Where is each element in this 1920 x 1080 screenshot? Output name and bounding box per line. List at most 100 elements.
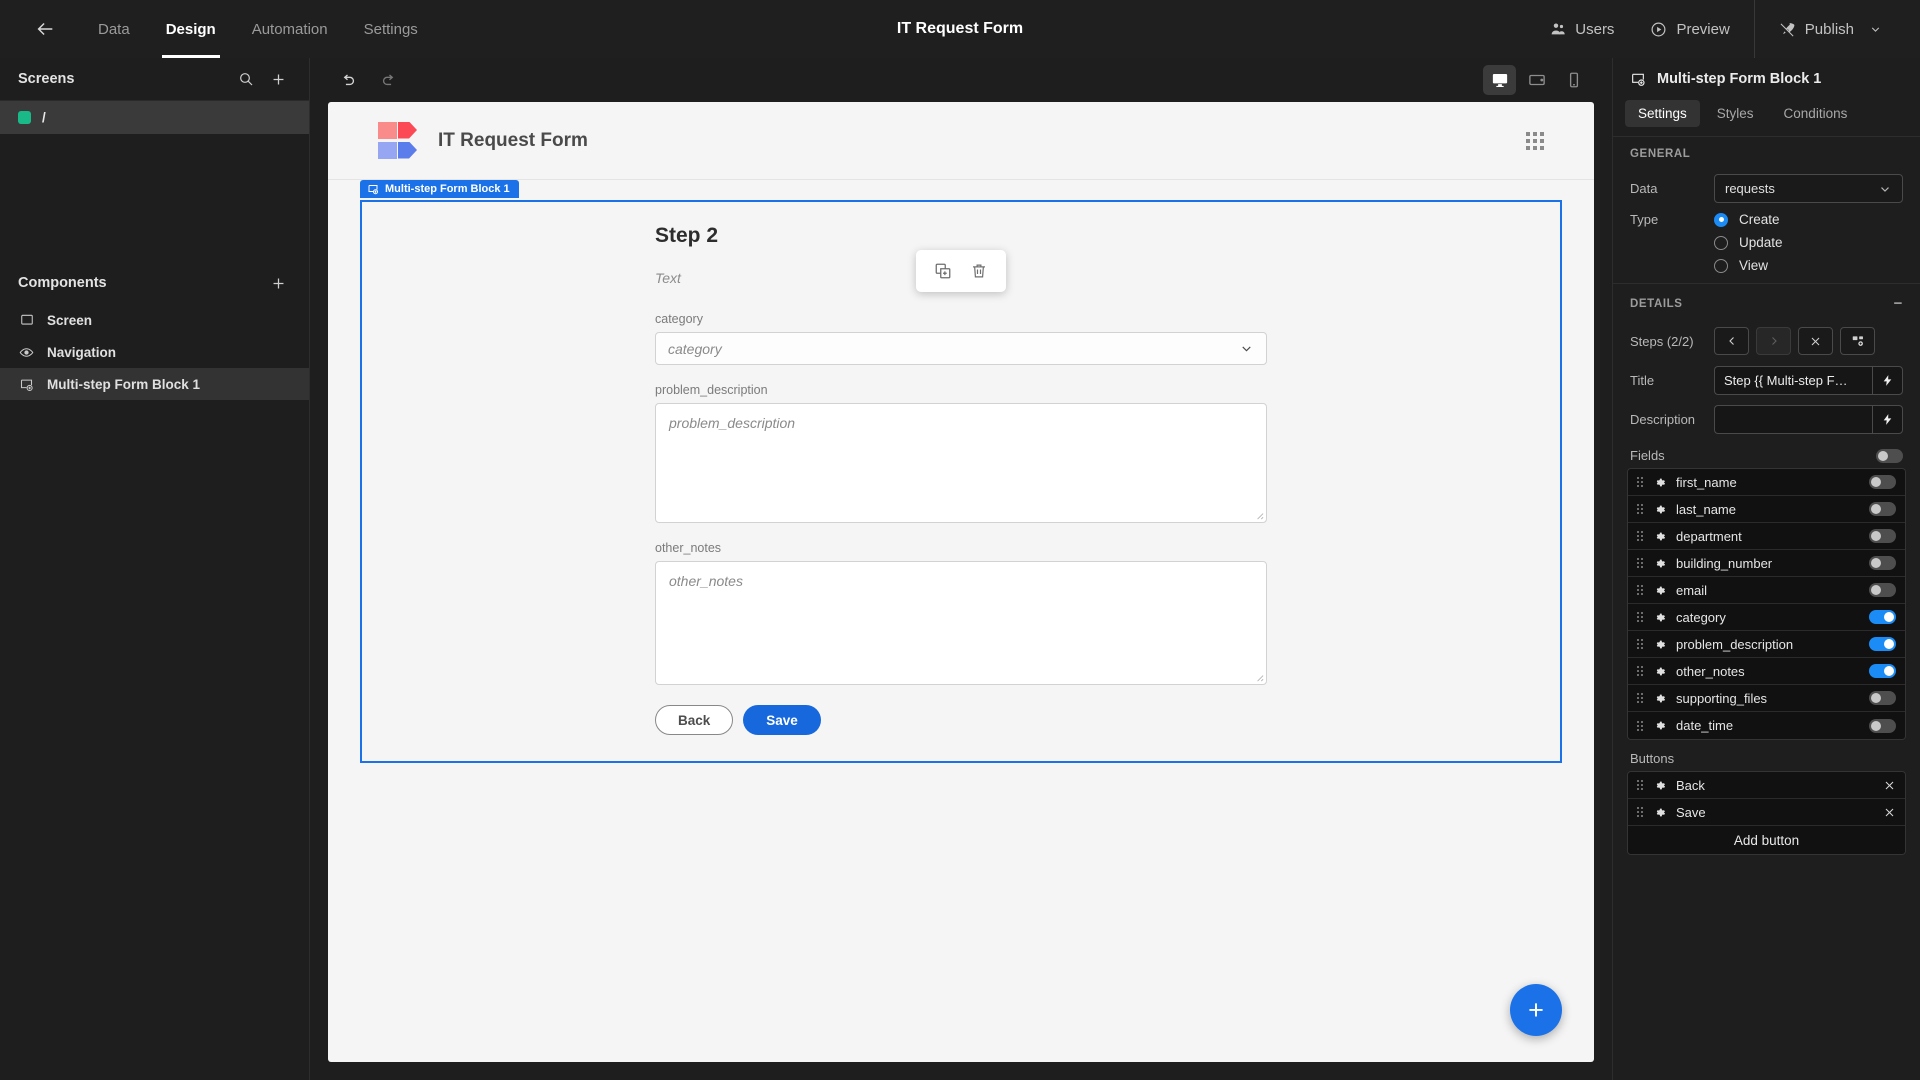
- back-arrow-icon[interactable]: [22, 6, 68, 52]
- field-toggle[interactable]: [1869, 610, 1896, 624]
- drag-handle-icon[interactable]: [1637, 585, 1643, 595]
- category-select[interactable]: category: [655, 332, 1267, 365]
- device-desktop-icon[interactable]: [1483, 65, 1516, 95]
- field-row-problem-description[interactable]: problem_description: [1628, 631, 1905, 658]
- add-button[interactable]: Add button: [1628, 826, 1905, 854]
- field-toggle[interactable]: [1869, 529, 1896, 543]
- drag-handle-icon[interactable]: [1637, 693, 1643, 703]
- resize-handle[interactable]: [1253, 671, 1264, 682]
- gear-icon[interactable]: [1653, 806, 1666, 819]
- redo-icon[interactable]: [374, 65, 404, 95]
- gear-icon[interactable]: [1653, 557, 1666, 570]
- field-row-building-number[interactable]: building_number: [1628, 550, 1905, 577]
- back-button[interactable]: Back: [655, 705, 734, 735]
- type-option-update[interactable]: Update: [1714, 235, 1783, 250]
- drag-handle-icon[interactable]: [1637, 666, 1643, 676]
- tab-data[interactable]: Data: [80, 0, 148, 58]
- duplicate-icon[interactable]: [928, 257, 958, 285]
- data-setting-row: Data requests: [1613, 169, 1920, 208]
- field-row-first-name[interactable]: first_name: [1628, 469, 1905, 496]
- drag-handle-icon[interactable]: [1637, 807, 1643, 817]
- users-button[interactable]: Users: [1532, 0, 1632, 58]
- divider: [1753, 0, 1755, 58]
- save-button[interactable]: Save: [743, 705, 821, 735]
- field-toggle[interactable]: [1869, 718, 1896, 733]
- delete-step-button[interactable]: [1798, 327, 1833, 355]
- tab-settings[interactable]: Settings: [346, 0, 436, 58]
- gear-icon[interactable]: [1653, 530, 1666, 543]
- data-source-select[interactable]: requests: [1714, 174, 1903, 203]
- component-item-multistep-form-block-1[interactable]: Multi-step Form Block 1: [0, 368, 309, 400]
- add-component-icon[interactable]: [265, 270, 291, 296]
- title-binding-icon[interactable]: [1872, 366, 1903, 395]
- add-step-button[interactable]: [1840, 327, 1875, 355]
- field-row-last-name[interactable]: last_name: [1628, 496, 1905, 523]
- publish-button[interactable]: Publish: [1761, 0, 1900, 58]
- component-item-navigation[interactable]: Navigation: [0, 336, 309, 368]
- field-toggle[interactable]: [1869, 664, 1896, 678]
- field-row-category[interactable]: category: [1628, 604, 1905, 631]
- field-toggle[interactable]: [1869, 637, 1896, 651]
- tab-automation[interactable]: Automation: [234, 0, 346, 58]
- gear-icon[interactable]: [1653, 692, 1666, 705]
- description-binding-icon[interactable]: [1872, 405, 1903, 434]
- field-row-supporting-files[interactable]: supporting_files: [1628, 685, 1905, 712]
- remove-button-icon[interactable]: [1883, 779, 1896, 792]
- tab-settings[interactable]: Settings: [1625, 100, 1700, 127]
- step-description-input[interactable]: [1714, 405, 1872, 434]
- problem-description-textarea[interactable]: problem_description: [655, 403, 1267, 523]
- drag-handle-icon[interactable]: [1637, 720, 1643, 731]
- drag-handle-icon[interactable]: [1637, 477, 1643, 487]
- component-item-screen[interactable]: Screen: [0, 304, 309, 336]
- screen-item-root[interactable]: /: [0, 101, 309, 134]
- device-tablet-icon[interactable]: [1520, 65, 1553, 95]
- drag-handle-icon[interactable]: [1637, 504, 1643, 514]
- other-notes-textarea[interactable]: other_notes: [655, 561, 1267, 685]
- gear-icon[interactable]: [1653, 719, 1666, 732]
- gear-icon[interactable]: [1653, 638, 1666, 651]
- field-toggle[interactable]: [1869, 475, 1896, 489]
- tab-design[interactable]: Design: [148, 0, 234, 58]
- gear-icon[interactable]: [1653, 779, 1666, 792]
- resize-handle[interactable]: [1253, 509, 1264, 520]
- gear-icon[interactable]: [1653, 665, 1666, 678]
- field-row-other-notes[interactable]: other_notes: [1628, 658, 1905, 685]
- delete-icon[interactable]: [964, 257, 994, 285]
- tab-styles[interactable]: Styles: [1704, 100, 1767, 127]
- field-toggle[interactable]: [1869, 502, 1896, 516]
- step-title-input[interactable]: Step {{ Multi-step F…: [1714, 366, 1872, 395]
- tab-conditions[interactable]: Conditions: [1771, 100, 1861, 127]
- field-row-date-time[interactable]: date_time: [1628, 712, 1905, 739]
- field-toggle[interactable]: [1869, 691, 1896, 705]
- field-toggle[interactable]: [1869, 583, 1896, 597]
- prev-step-button[interactable]: [1714, 327, 1749, 355]
- type-option-view[interactable]: View: [1714, 258, 1768, 273]
- drag-handle-icon[interactable]: [1637, 558, 1643, 568]
- gear-icon[interactable]: [1653, 584, 1666, 597]
- button-row-back[interactable]: Back: [1628, 772, 1905, 799]
- collapse-icon[interactable]: −: [1894, 295, 1903, 312]
- device-mobile-icon[interactable]: [1557, 65, 1590, 95]
- drag-handle-icon[interactable]: [1637, 612, 1643, 622]
- gear-icon[interactable]: [1653, 476, 1666, 489]
- button-row-save[interactable]: Save: [1628, 799, 1905, 826]
- remove-button-icon[interactable]: [1883, 806, 1896, 819]
- component-item-label: Navigation: [47, 344, 117, 360]
- gear-icon[interactable]: [1653, 611, 1666, 624]
- drag-handle-icon[interactable]: [1637, 639, 1643, 649]
- drag-handle-icon[interactable]: [1637, 531, 1643, 541]
- type-option-create[interactable]: Create: [1714, 212, 1780, 227]
- preview-button[interactable]: Preview: [1632, 0, 1747, 58]
- drag-handle-icon[interactable]: [1637, 780, 1643, 790]
- gear-icon[interactable]: [1653, 503, 1666, 516]
- next-step-button[interactable]: [1756, 327, 1791, 355]
- field-row-department[interactable]: department: [1628, 523, 1905, 550]
- undo-icon[interactable]: [332, 65, 362, 95]
- search-icon[interactable]: [233, 66, 259, 92]
- grid-menu-icon[interactable]: [1526, 131, 1544, 150]
- field-row-email[interactable]: email: [1628, 577, 1905, 604]
- add-component-fab[interactable]: +: [1510, 984, 1562, 1036]
- field-toggle[interactable]: [1869, 556, 1896, 570]
- add-screen-icon[interactable]: [265, 66, 291, 92]
- fields-master-toggle[interactable]: [1876, 448, 1903, 463]
